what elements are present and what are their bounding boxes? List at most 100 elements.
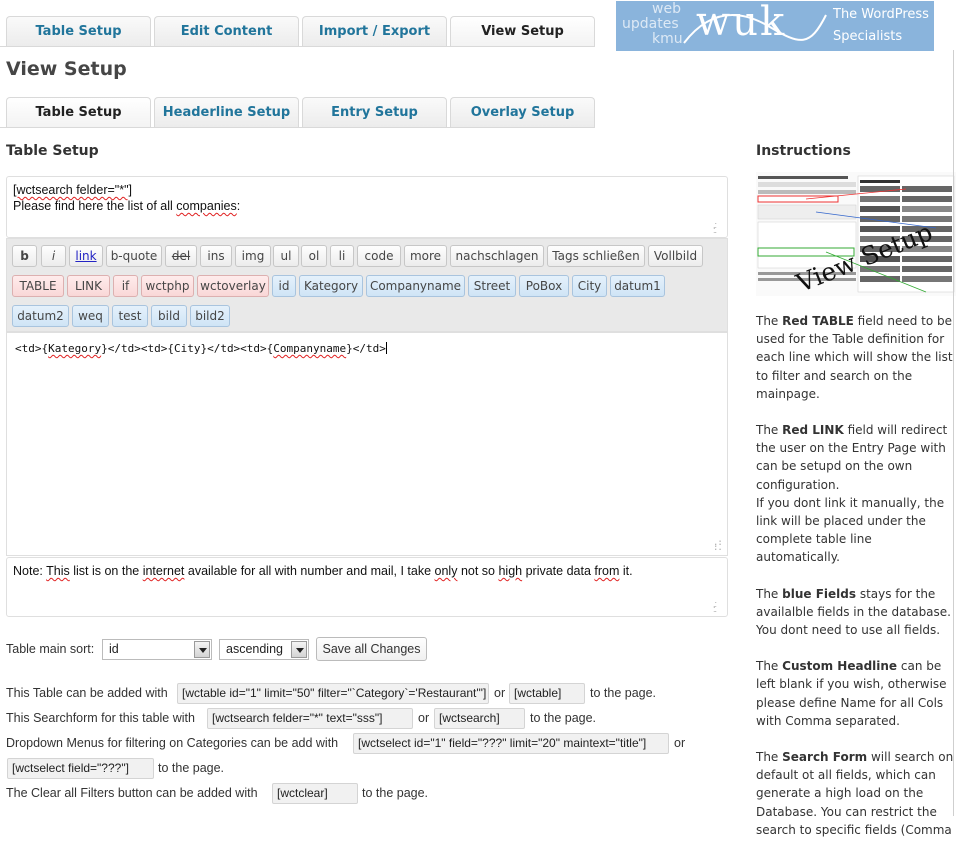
sort-order-value: ascending: [226, 642, 283, 656]
qt-city-field-button[interactable]: City: [572, 275, 607, 297]
logo-claim-line2: Specialists: [833, 29, 903, 44]
to-page-label: to the page.: [590, 686, 657, 700]
resize-grip-icon[interactable]: .::.: [713, 539, 723, 553]
instr-text: The: [756, 314, 783, 328]
to-page-label: to the page.: [362, 786, 429, 800]
instr-bold: Search Form: [782, 750, 868, 765]
sort-field-value: id: [109, 642, 119, 656]
note-word: high: [498, 564, 523, 578]
clear-shortcode-label: The Clear all Filters button can be adde…: [6, 786, 258, 800]
qt-img-button[interactable]: img: [235, 245, 271, 267]
search-shortcode-field[interactable]: [wctsearch felder="*" text="sss"]: [207, 708, 413, 729]
instructions-table-para: The Red TABLE field need to be used for …: [756, 312, 956, 403]
qt-bild2-field-button[interactable]: bild2: [190, 305, 230, 327]
note-word: from: [594, 564, 620, 578]
instr-text: The: [756, 750, 783, 765]
qt-ins-button[interactable]: ins: [200, 245, 232, 267]
qt-fullscreen-button[interactable]: Vollbild: [648, 245, 703, 267]
qt-datum1-field-button[interactable]: datum1: [610, 275, 665, 297]
qt-code-button[interactable]: code: [357, 245, 401, 267]
table-shortcode-field[interactable]: [wctable id="1" limit="50" filter="`Cate…: [177, 683, 489, 704]
instructions-link-para: The Red LINK field will redirect the use…: [756, 421, 956, 494]
qt-li-button[interactable]: li: [330, 245, 354, 267]
sort-field-select[interactable]: id: [102, 639, 212, 660]
instructions-text: The Red TABLE field need to be used for …: [756, 312, 956, 857]
subtab-table-setup[interactable]: Table Setup: [6, 97, 151, 127]
qt-companyname-field-button[interactable]: Companyname: [366, 275, 465, 297]
tab-table-setup[interactable]: Table Setup: [6, 16, 151, 46]
table-definition-textarea[interactable]: <td>{Kategory}</td><td>{City}</td><td>{C…: [6, 332, 728, 556]
qt-del-button[interactable]: del: [165, 245, 197, 267]
select-short-shortcode-field[interactable]: [wctselect field="???"]: [7, 758, 154, 779]
qt-test-field-button[interactable]: test: [112, 305, 148, 327]
resize-grip-icon[interactable]: .::.: [713, 600, 723, 614]
logo-updates: updates: [622, 16, 679, 32]
qt-table-field-button[interactable]: TABLE: [12, 275, 64, 297]
qt-kategory-field-button[interactable]: Kategory: [299, 275, 363, 297]
header-line-1: [wctsearch felder="*"]: [13, 182, 721, 198]
search-shortcode-label: This Searchform for this table with: [6, 711, 195, 725]
qt-street-field-button[interactable]: Street: [468, 275, 516, 297]
qt-pobox-field-button[interactable]: PoBox: [519, 275, 569, 297]
page-title: View Setup: [6, 58, 127, 80]
instructions-fields-para: The blue Fields stays for the availalble…: [756, 585, 956, 640]
resize-grip-icon[interactable]: .::.: [713, 221, 723, 235]
dropdown-arrow-icon[interactable]: [291, 641, 307, 658]
note-text: it.: [619, 564, 633, 578]
code-companyname-token: Companyname: [273, 342, 347, 355]
qt-close-tags-button[interactable]: Tags schließen: [547, 245, 645, 267]
page-edge: [953, 50, 954, 816]
qt-id-field-button[interactable]: id: [272, 275, 296, 297]
instr-text: The: [756, 423, 783, 438]
qt-more-button[interactable]: more: [404, 245, 447, 267]
note-word: only: [434, 564, 458, 578]
qt-bquote-button[interactable]: b-quote: [106, 245, 162, 267]
instr-text: The: [756, 586, 783, 601]
search-short-shortcode-field[interactable]: [wctsearch]: [434, 708, 525, 729]
qt-link-button[interactable]: link: [69, 245, 103, 267]
header-misspelled-word: companies: [176, 199, 237, 213]
code-segment: <td>{: [15, 342, 49, 355]
qt-weq-field-button[interactable]: weq: [72, 305, 109, 327]
note-text: available for all with number and mail, …: [184, 564, 435, 578]
header-textarea[interactable]: [wctsearch felder="*"] Please find here …: [6, 176, 728, 238]
note-text: private data: [522, 564, 595, 578]
tab-view-setup[interactable]: View Setup: [450, 16, 595, 46]
clear-shortcode-field[interactable]: [wctclear]: [272, 783, 358, 804]
qt-if-field-button[interactable]: if: [113, 275, 138, 297]
code-segment: }</td>: [346, 342, 386, 355]
logo-kmu: kmu: [652, 31, 683, 47]
qt-italic-button[interactable]: i: [41, 245, 66, 267]
footer-note-textarea[interactable]: Note: This list is on the internet avail…: [6, 557, 728, 617]
qt-datum2-field-button[interactable]: datum2: [12, 305, 69, 327]
select-shortcode-field[interactable]: [wctselect id="1" field="???" limit="20"…: [353, 733, 669, 754]
subtab-divider: [0, 127, 595, 128]
qt-wctphp-field-button[interactable]: wctphp: [141, 275, 194, 297]
instructions-title: Instructions: [756, 143, 851, 159]
sort-order-select[interactable]: ascending: [219, 639, 309, 660]
dropdown-arrow-icon[interactable]: [194, 641, 210, 658]
qt-link-field-button[interactable]: LINK: [67, 275, 110, 297]
select-shortcode-label: Dropdown Menus for filtering on Categori…: [6, 736, 339, 750]
tab-import-export[interactable]: Import / Export: [302, 16, 447, 46]
qt-wctoverlay-field-button[interactable]: wctoverlay: [197, 275, 269, 297]
save-all-changes-button[interactable]: Save all Changes: [316, 637, 427, 661]
table-short-shortcode-field[interactable]: [wctable]: [509, 683, 585, 704]
table-shortcode-label: This Table can be added with: [6, 686, 168, 700]
instr-bold: Custom Headline: [782, 659, 898, 674]
qt-ol-button[interactable]: ol: [301, 245, 327, 267]
logo-mark: wuk: [696, 0, 787, 45]
instr-bold: Red LINK: [782, 423, 844, 438]
tab-edit-content[interactable]: Edit Content: [154, 16, 299, 46]
qt-ul-button[interactable]: ul: [273, 245, 299, 267]
qt-bild-field-button[interactable]: bild: [151, 305, 187, 327]
subtab-headerline-setup[interactable]: Headerline Setup: [154, 97, 299, 127]
qt-lookup-button[interactable]: nachschlagen: [450, 245, 544, 267]
qt-bold-button[interactable]: b: [12, 245, 37, 267]
or-label: or: [494, 686, 506, 700]
subtab-overlay-setup[interactable]: Overlay Setup: [450, 97, 595, 127]
instr-text: The: [756, 659, 783, 674]
subtab-entry-setup[interactable]: Entry Setup: [302, 97, 447, 127]
instructions-link-extra: If you dont link it manually, the link w…: [756, 495, 945, 565]
logo-web: web: [652, 1, 681, 17]
